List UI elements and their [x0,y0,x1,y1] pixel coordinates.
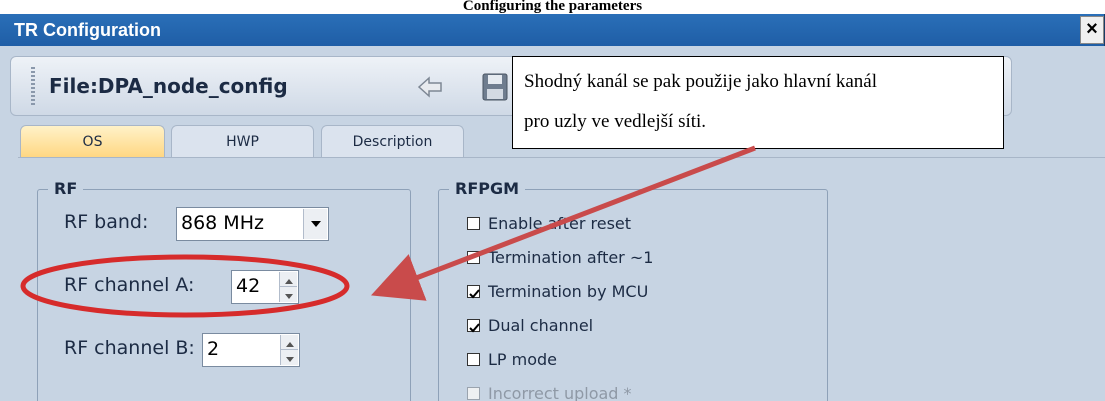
tab-description[interactable]: Description [321,125,464,157]
window-title: TR Configuration [14,20,161,40]
checkbox-icon[interactable] [467,251,480,264]
save-icon[interactable] [481,71,509,103]
rfpgm-option-label: LP mode [488,350,558,369]
rf-channel-a-value: 42 [236,275,261,297]
spin-down-icon[interactable] [280,350,298,365]
rfpgm-option-label: Enable after reset [488,214,632,233]
rf-channel-a-spinner[interactable]: 42 [231,270,299,304]
callout-line-1: Shodný kanál se pak použije jako hlavní … [524,71,877,92]
os-tab-panel: RF RF band: 868 MHz RF channel A: 42 RF … [18,157,1105,401]
rfpgm-option-label: Incorrect upload * [488,384,632,401]
title-bar: TR Configuration × [0,14,1105,46]
callout-line-2: pro uzly ve vedlejší síti. [524,111,707,132]
tab-hwp[interactable]: HWP [171,125,314,157]
file-name-label: File:DPA_node_config [49,74,288,98]
spin-up-icon[interactable] [280,335,298,350]
back-arrow-icon[interactable] [416,73,444,101]
rf-channel-b-label: RF channel B: [64,337,195,359]
rf-channel-a-label: RF channel A: [64,274,195,296]
chevron-down-icon[interactable] [303,209,327,239]
spin-down-icon[interactable] [279,287,297,302]
toolbar-grip[interactable] [31,67,35,107]
rf-channel-b-spinner[interactable]: 2 [202,333,300,367]
rfpgm-option-label: Termination after ~1 [488,248,654,267]
rf-channel-b-value: 2 [207,338,220,360]
tab-os[interactable]: OS [20,125,165,157]
rf-band-value: 868 MHz [181,212,264,234]
rfpgm-group: RFPGM Enable after reset Termination afte… [438,179,828,401]
checkbox-icon[interactable] [467,217,480,230]
rfpgm-option-label: Termination by MCU [488,282,649,301]
rf-band-select[interactable]: 868 MHz [176,207,329,241]
checkbox-icon[interactable] [467,353,480,366]
checkbox-checked-icon[interactable] [467,319,480,333]
checkbox-icon[interactable] [467,387,480,400]
rf-group: RF RF band: 868 MHz RF channel A: 42 RF … [37,179,411,401]
checkbox-checked-icon[interactable] [467,285,480,299]
close-button[interactable]: × [1080,16,1104,44]
rfpgm-option-label: Dual channel [488,316,594,335]
rf-legend: RF [48,179,84,198]
rfpgm-legend: RFPGM [449,179,526,198]
rf-band-label: RF band: [64,211,149,233]
annotation-callout: Shodný kanál se pak použije jako hlavní … [512,56,1004,149]
spin-up-icon[interactable] [279,272,297,287]
